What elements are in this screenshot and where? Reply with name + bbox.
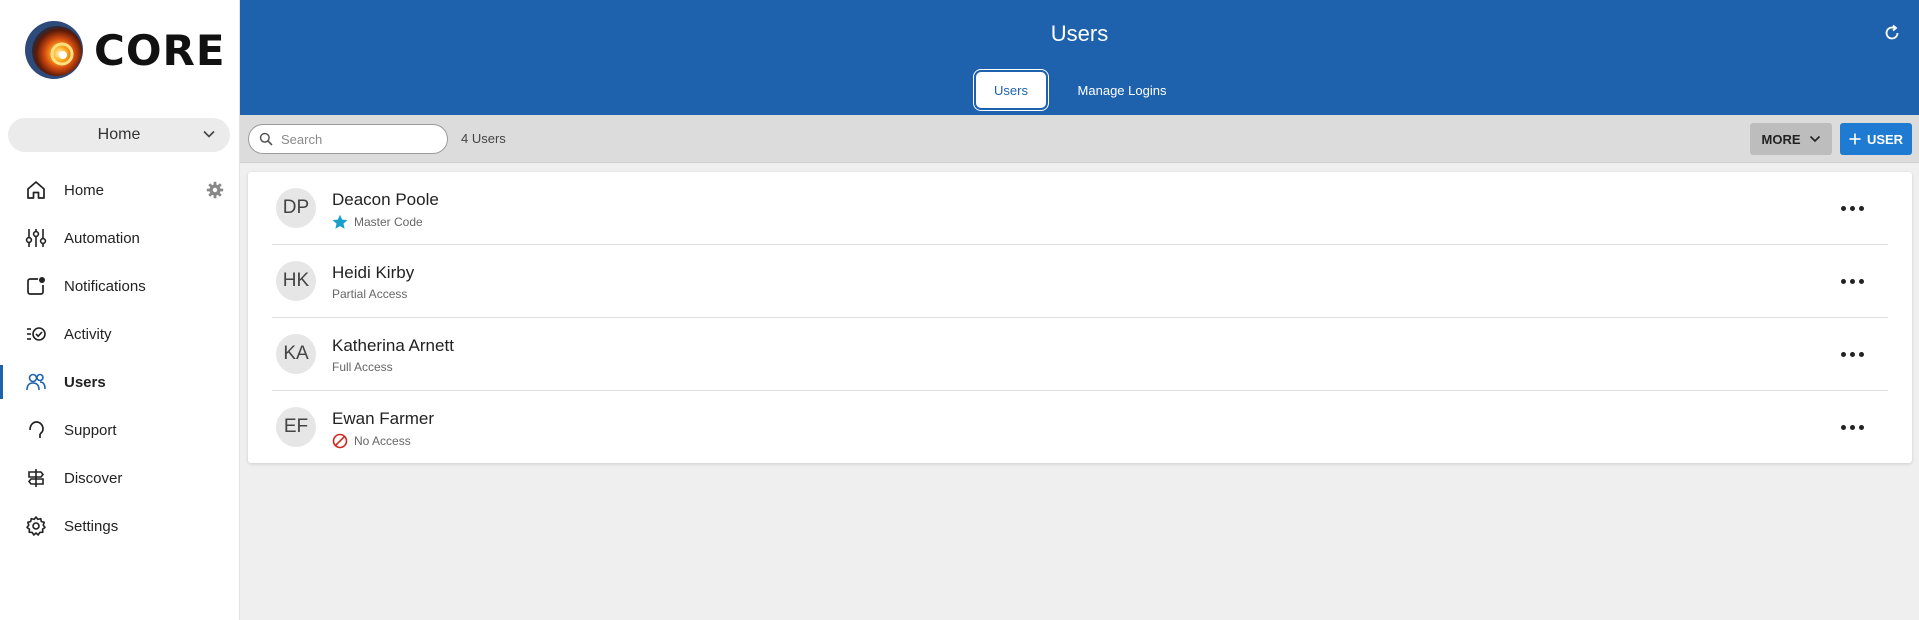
search-input[interactable] <box>279 130 433 148</box>
sidebar-item-automation[interactable]: Automation <box>0 214 240 262</box>
page-title: Users <box>1050 21 1109 46</box>
sidebar-item-label: Activity <box>64 325 112 343</box>
avatar: KA <box>276 334 316 374</box>
sidebar-item-settings[interactable]: Settings <box>0 502 240 550</box>
plus-icon <box>1849 133 1861 145</box>
user-name: Deacon Poole <box>332 190 439 209</box>
sidebar-item-notifications[interactable]: Notifications <box>0 262 240 310</box>
user-status-text: Master Code <box>354 215 423 229</box>
notification-icon <box>25 275 47 297</box>
users-toolbar: 4 Users MORE USER <box>240 115 1919 163</box>
location-select[interactable]: Home <box>8 118 230 152</box>
home-settings-gear-icon[interactable] <box>206 181 224 199</box>
sidebar: CORE Home Home Automation Notifications … <box>0 0 240 620</box>
avatar: HK <box>276 261 316 301</box>
more-options-icon[interactable] <box>1834 269 1870 293</box>
refresh-icon[interactable] <box>1883 24 1901 42</box>
sidebar-item-label: Automation <box>64 229 140 247</box>
header-tabs: Users Manage Logins <box>240 72 1919 110</box>
user-access-status: Master Code <box>332 214 423 230</box>
avatar: EF <box>276 407 316 447</box>
user-status-text: Partial Access <box>332 287 408 301</box>
chevron-down-icon <box>203 130 215 138</box>
core-logo[interactable]: CORE <box>22 18 225 80</box>
sidebar-item-users[interactable]: Users <box>0 358 240 406</box>
more-options-icon[interactable] <box>1834 342 1870 366</box>
user-status-text: No Access <box>354 434 411 448</box>
sidebar-item-label: Settings <box>64 517 119 535</box>
sidebar-item-home[interactable]: Home <box>0 166 240 214</box>
user-name: Katherina Arnett <box>332 336 454 355</box>
search-icon <box>259 132 273 146</box>
user-count: 4 Users <box>461 131 506 146</box>
user-name: Heidi Kirby <box>332 263 415 282</box>
avatar: DP <box>276 188 316 228</box>
add-user-button[interactable]: USER <box>1840 123 1912 155</box>
sidebar-item-label: Users <box>64 373 106 391</box>
user-list: DP Deacon Poole Master Code HK Heidi Kir… <box>248 172 1912 463</box>
chevron-down-icon <box>1809 135 1820 143</box>
more-options-icon[interactable] <box>1834 415 1870 439</box>
more-options-icon[interactable] <box>1834 196 1870 220</box>
sidebar-item-label: Notifications <box>64 277 146 295</box>
user-row[interactable]: KA Katherina Arnett Full Access <box>272 318 1888 391</box>
page-header: Users Users Manage Logins <box>240 0 1919 115</box>
tab-manage-logins[interactable]: Manage Logins <box>1070 72 1174 108</box>
gear-icon <box>25 515 47 537</box>
location-select-value: Home <box>97 126 141 143</box>
sidebar-item-support[interactable]: Support <box>0 406 240 454</box>
user-row[interactable]: DP Deacon Poole Master Code <box>272 172 1888 245</box>
users-icon <box>25 371 47 393</box>
home-icon <box>25 179 47 201</box>
sidebar-nav: Home Automation Notifications Activity U… <box>0 166 240 550</box>
star-icon <box>332 214 348 229</box>
signpost-icon <box>25 467 47 489</box>
user-access-status: Full Access <box>332 360 393 374</box>
user-row[interactable]: EF Ewan Farmer No Access <box>272 391 1888 463</box>
tab-users[interactable]: Users <box>976 72 1046 108</box>
activity-icon <box>25 323 47 345</box>
user-status-text: Full Access <box>332 360 393 374</box>
user-access-status: No Access <box>332 433 411 449</box>
sidebar-item-label: Home <box>64 181 105 199</box>
sidebar-item-discover[interactable]: Discover <box>0 454 240 502</box>
logo-emblem-icon <box>25 21 83 79</box>
sidebar-item-label: Support <box>64 421 117 439</box>
add-user-label: USER <box>1866 131 1904 147</box>
user-row[interactable]: HK Heidi Kirby Partial Access <box>272 245 1888 318</box>
sidebar-item-label: Discover <box>64 469 123 487</box>
logo-text: CORE <box>94 26 226 75</box>
search-box[interactable] <box>248 124 448 154</box>
more-button-label: MORE <box>1761 131 1801 147</box>
sliders-icon <box>25 227 47 249</box>
user-access-status: Partial Access <box>332 287 407 301</box>
headset-icon <box>25 419 47 441</box>
user-name: Ewan Farmer <box>332 409 435 428</box>
no-access-icon <box>332 433 348 449</box>
sidebar-item-activity[interactable]: Activity <box>0 310 240 358</box>
more-button[interactable]: MORE <box>1750 123 1832 155</box>
